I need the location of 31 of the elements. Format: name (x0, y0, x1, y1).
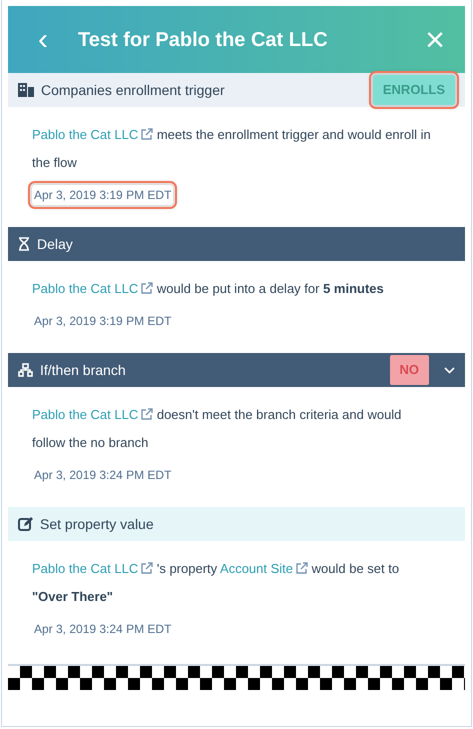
timestamp: Apr 3, 2019 3:24 PM EDT (33, 467, 172, 484)
hourglass-icon (18, 237, 30, 251)
status-badge: ENROLLS (372, 75, 455, 105)
external-link-icon (141, 282, 154, 294)
edit-icon (18, 517, 33, 531)
step-description: Pablo the Cat LLC would be put into a delay for 5 minutes (32, 280, 385, 298)
external-link-icon (141, 128, 154, 140)
record-link[interactable]: Pablo the Cat LLC (32, 281, 154, 296)
step-title: If/then branch (40, 360, 126, 380)
step-description: Pablo the Cat LLC meets the enrollment trigger and would enroll in the flow (32, 126, 432, 172)
step-title: Set property value (40, 514, 154, 534)
step-description: Pablo the Cat LLC 's property Account Site would be set to "Over There" (32, 560, 400, 606)
record-link[interactable]: Pablo the Cat LLC (32, 561, 154, 576)
step-description: Pablo the Cat LLC doesn't meet the branch criteria and would follow the no branch (32, 406, 402, 452)
step-title: Delay (37, 234, 73, 254)
chevron-down-icon (444, 367, 455, 374)
external-link-icon (141, 408, 154, 420)
building-icon (18, 83, 34, 97)
panel-title: Test for Pablo the Cat LLC (78, 28, 329, 52)
branch-icon (18, 363, 33, 377)
record-link[interactable]: Account Site (220, 561, 308, 576)
external-link-icon (141, 562, 154, 574)
external-link-icon (296, 562, 308, 574)
timestamp: Apr 3, 2019 3:19 PM EDT (33, 313, 172, 330)
step-title: Companies enrollment trigger (41, 80, 225, 100)
record-link[interactable]: Pablo the Cat LLC (32, 127, 154, 142)
timestamp: Apr 3, 2019 3:24 PM EDT (33, 621, 172, 638)
status-badge: NO (390, 355, 429, 385)
back-button[interactable]: ‹ (34, 24, 52, 54)
close-button[interactable]: × (421, 22, 449, 56)
record-link[interactable]: Pablo the Cat LLC (32, 407, 154, 422)
